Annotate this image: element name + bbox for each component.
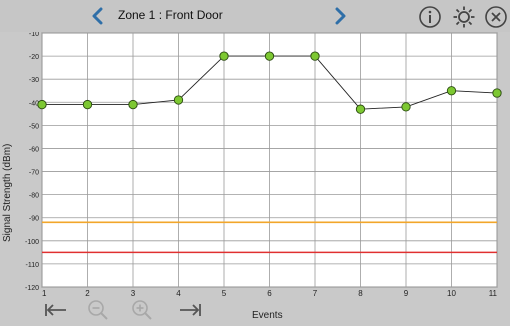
zoom-out-icon <box>88 300 108 320</box>
jump-last-icon <box>180 304 201 316</box>
y-tick-label: -90 <box>29 216 39 223</box>
x-tick-label: 11 <box>489 289 498 296</box>
jump-last-button[interactable] <box>176 296 204 324</box>
data-point <box>82 99 93 110</box>
data-point <box>446 86 457 96</box>
chevron-left-icon <box>92 7 103 25</box>
zone-title: Zone 1 : Front Door <box>118 8 223 22</box>
x-tick-label: 1 <box>42 289 47 296</box>
x-tick-label: 6 <box>267 289 272 296</box>
title-bar: Zone 1 : Front Door <box>0 0 510 32</box>
y-tick-label: -20 <box>29 54 39 61</box>
x-tick-label: 8 <box>358 289 363 296</box>
data-point <box>37 99 47 110</box>
y-tick-label: -60 <box>29 146 39 153</box>
jump-first-button[interactable] <box>42 296 70 324</box>
next-zone-button[interactable] <box>328 4 352 28</box>
data-point <box>128 99 138 110</box>
close-icon <box>485 6 507 28</box>
data-point <box>310 51 320 61</box>
settings-button[interactable] <box>451 4 477 30</box>
bottom-toolbar: Events <box>0 296 510 326</box>
info-icon <box>419 6 441 28</box>
zoom-in-button[interactable] <box>128 296 156 324</box>
data-point <box>401 102 411 112</box>
y-tick-label: -10 <box>29 32 39 38</box>
previous-zone-button[interactable] <box>86 4 110 28</box>
x-tick-label: 3 <box>131 289 136 296</box>
signal-strength-window: Zone 1 : Front Door -10 -20 -30 -40 -50 … <box>0 0 510 326</box>
zoom-in-icon <box>132 300 152 320</box>
x-axis-label: Events <box>252 310 283 321</box>
x-tick-labels: 1 2 3 4 5 6 7 8 9 10 11 <box>42 289 498 298</box>
x-tick-label: 4 <box>176 289 181 296</box>
x-tick-label: 7 <box>313 289 318 296</box>
info-button[interactable] <box>417 4 443 30</box>
y-tick-label: -120 <box>25 285 39 292</box>
y-tick-label: -100 <box>25 239 39 246</box>
close-button[interactable] <box>483 4 509 30</box>
zoom-out-button[interactable] <box>84 296 112 324</box>
data-point <box>355 104 366 114</box>
y-axis-label: Signal Strength (dBm) <box>2 143 13 242</box>
gear-icon <box>453 6 475 28</box>
data-point <box>264 51 275 61</box>
y-tick-label: -110 <box>26 262 40 269</box>
y-tick-label: -70 <box>29 170 39 177</box>
chevron-right-icon <box>335 7 346 25</box>
y-tick-label: -30 <box>29 77 39 84</box>
x-tick-label: 2 <box>85 289 90 296</box>
y-tick-labels: -10-20-30-40-50-60-70-80-90-100-110-120 <box>25 31 40 292</box>
x-tick-label: 5 <box>222 289 227 296</box>
x-tick-label: 9 <box>404 289 409 296</box>
x-tick-label: 10 <box>447 289 456 296</box>
y-tick-label: -80 <box>29 193 39 200</box>
chart-area: -10 -20 -30 -40 -50 -60 -70 -80 -90 -100 -110 -120 … <box>0 31 510 298</box>
jump-first-icon <box>45 304 66 316</box>
y-tick-label: -50 <box>29 123 39 130</box>
data-point <box>492 88 502 98</box>
signal-chart: -10-20-30-40-50-60-70-80-90-100-110-120 … <box>25 31 502 298</box>
data-point <box>173 95 184 105</box>
data-point <box>219 51 229 61</box>
